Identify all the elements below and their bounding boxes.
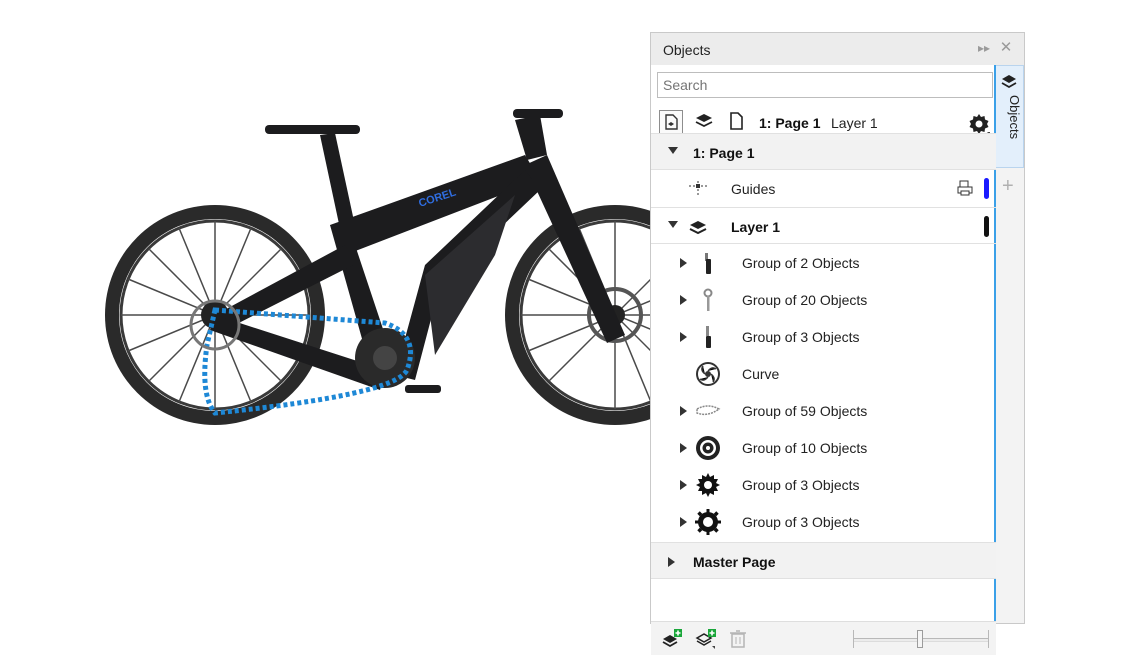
chain-icon xyxy=(694,397,722,425)
delete-icon[interactable] xyxy=(727,628,749,650)
expand-arrow-icon[interactable] xyxy=(668,557,675,567)
tree-object-row[interactable]: Group of 10 Objects xyxy=(651,429,996,466)
tree-object-row[interactable]: Group of 3 Objects xyxy=(651,466,996,503)
layers-view-icon[interactable] xyxy=(693,110,717,134)
tree-object-row[interactable]: Group of 20 Objects xyxy=(651,281,996,318)
chainring-icon xyxy=(694,434,722,462)
object-label: Group of 2 Objects xyxy=(742,255,860,271)
guides-color-swatch[interactable] xyxy=(984,178,989,199)
tree-object-row[interactable]: Group of 3 Objects xyxy=(651,503,996,540)
tree-object-row[interactable]: Curve xyxy=(651,355,996,392)
layer-color-swatch[interactable] xyxy=(984,216,989,237)
guides-label: Guides xyxy=(731,181,776,197)
page-label: 1: Page 1 xyxy=(693,145,755,161)
docker-titlebar: Objects ▸▸ ✕ xyxy=(651,33,1024,65)
object-label: Group of 20 Objects xyxy=(742,292,868,308)
page-view-icon[interactable] xyxy=(725,110,749,134)
side-tab-label: Objects xyxy=(1007,95,1022,140)
current-page-view-icon[interactable] xyxy=(659,110,683,134)
zoom-slider-max xyxy=(988,630,989,648)
docker-title: Objects xyxy=(663,42,711,58)
layers-tab-icon xyxy=(999,71,1019,96)
expand-arrow-icon[interactable] xyxy=(680,517,687,527)
collapse-arrow-icon[interactable] xyxy=(668,221,678,228)
tree-guides-row[interactable]: Guides xyxy=(651,170,996,207)
tree-object-row[interactable]: Group of 2 Objects xyxy=(651,244,996,281)
objects-docker: Objects ▸▸ ✕ 1: Page 1 Layer 1 1: P xyxy=(650,32,1025,655)
printer-icon[interactable] xyxy=(956,179,974,202)
object-label: Curve xyxy=(742,366,780,382)
expand-arrow-icon[interactable] xyxy=(680,295,687,305)
expand-arrow-icon[interactable] xyxy=(680,443,687,453)
tree-layer-row[interactable]: Layer 1 xyxy=(651,207,996,244)
tree-master-page-row[interactable]: Master Page xyxy=(651,542,996,579)
object-label: Group of 3 Objects xyxy=(742,477,860,493)
search-input[interactable] xyxy=(657,72,993,98)
expand-docker-icon[interactable]: ▸▸ xyxy=(977,41,991,55)
expand-arrow-icon[interactable] xyxy=(680,480,687,490)
docker-content: 1: Page 1 Layer 1 1: Page 1 Guides xyxy=(651,65,996,655)
collapse-arrow-icon[interactable] xyxy=(668,147,678,154)
disc-rotor-icon xyxy=(694,360,722,388)
fork-icon xyxy=(694,323,722,351)
bicycle-artwork[interactable]: COREL xyxy=(95,95,655,475)
gear-wheel-icon xyxy=(694,508,722,536)
toolbar-layer-name: Layer 1 xyxy=(831,115,878,131)
new-layer-icon[interactable] xyxy=(661,628,683,650)
add-docker-icon[interactable]: + xyxy=(1002,175,1014,198)
object-label: Group of 10 Objects xyxy=(742,440,868,456)
handlebar-grip-icon xyxy=(694,249,722,277)
cog-icon xyxy=(694,471,722,499)
master-page-label: Master Page xyxy=(693,554,776,570)
guides-icon xyxy=(684,175,712,203)
slider-thumb[interactable] xyxy=(917,630,923,648)
toolbar-page-name: 1: Page 1 xyxy=(759,115,821,131)
close-icon[interactable]: ✕ xyxy=(999,40,1013,55)
object-label: Group of 59 Objects xyxy=(742,403,868,419)
layer-icon xyxy=(684,213,712,241)
expand-arrow-icon[interactable] xyxy=(680,332,687,342)
expand-arrow-icon[interactable] xyxy=(680,406,687,416)
tree-page-row[interactable]: 1: Page 1 xyxy=(651,133,996,170)
object-label: Group of 3 Objects xyxy=(742,514,860,530)
expand-arrow-icon[interactable] xyxy=(680,258,687,268)
new-master-layer-icon[interactable] xyxy=(695,628,717,650)
layer-label: Layer 1 xyxy=(731,219,781,235)
object-label: Group of 3 Objects xyxy=(742,329,860,345)
tree-object-row[interactable]: Group of 59 Objects xyxy=(651,392,996,429)
tree-object-row[interactable]: Group of 3 Objects xyxy=(651,318,996,355)
seatpost-icon xyxy=(694,286,722,314)
